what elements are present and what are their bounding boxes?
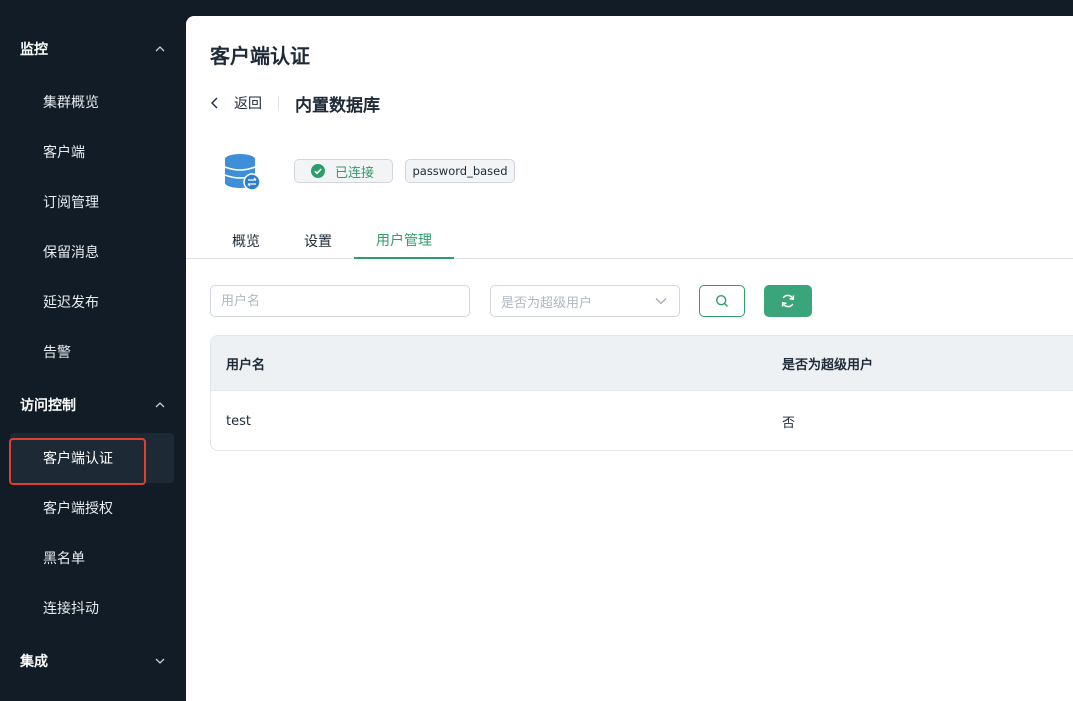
refresh-icon bbox=[781, 294, 795, 308]
chevron-down-icon bbox=[155, 658, 165, 664]
username-search-input[interactable] bbox=[210, 285, 470, 317]
select-placeholder: 是否为超级用户 bbox=[501, 295, 593, 311]
sidebar-item-flapping[interactable]: 连接抖动 bbox=[0, 588, 186, 628]
sidebar-item-alarms[interactable]: 告警 bbox=[0, 332, 186, 372]
search-icon bbox=[715, 294, 728, 307]
sidebar-item-delayed-publish[interactable]: 延迟发布 bbox=[0, 282, 186, 322]
check-circle-icon bbox=[311, 164, 325, 178]
page-title: 客户端认证 bbox=[210, 44, 310, 68]
sub-title: 内置数据库 bbox=[295, 95, 380, 116]
chevron-left-icon[interactable] bbox=[210, 97, 220, 109]
sidebar-group-label: 集成 bbox=[20, 654, 48, 670]
cell-superuser: 否 bbox=[782, 415, 796, 431]
tab-overview[interactable]: 概览 bbox=[216, 222, 276, 259]
sidebar-item-label: 黑名单 bbox=[43, 551, 85, 567]
users-table: 用户名 是否为超级用户 test 否 bbox=[210, 335, 1073, 451]
chevron-down-icon bbox=[655, 298, 667, 305]
sidebar-item-subscriptions[interactable]: 订阅管理 bbox=[0, 182, 186, 222]
column-header-superuser: 是否为超级用户 bbox=[782, 358, 874, 373]
sidebar-item-label: 延迟发布 bbox=[43, 295, 99, 311]
sidebar: 监控 集群概览 客户端 订阅管理 保留消息 延迟发布 告警 访问控制 客户端认证… bbox=[0, 0, 186, 701]
sidebar-item-authorization[interactable]: 客户端授权 bbox=[0, 488, 186, 528]
sidebar-item-label: 连接抖动 bbox=[43, 601, 99, 617]
refresh-button[interactable] bbox=[764, 285, 812, 317]
sidebar-item-blacklist[interactable]: 黑名单 bbox=[0, 538, 186, 578]
table-row[interactable]: test 否 bbox=[211, 391, 1073, 450]
sidebar-item-retained[interactable]: 保留消息 bbox=[0, 232, 186, 272]
mechanism-badge: password_based bbox=[405, 159, 515, 183]
sidebar-item-label: 客户端 bbox=[43, 145, 85, 161]
chevron-up-icon bbox=[155, 402, 165, 408]
cell-username: test bbox=[226, 413, 251, 429]
sidebar-item-label: 保留消息 bbox=[43, 245, 99, 261]
table-header: 用户名 是否为超级用户 bbox=[211, 336, 1073, 391]
back-link[interactable]: 返回 bbox=[234, 93, 262, 113]
sidebar-group-access-control[interactable]: 访问控制 bbox=[0, 385, 186, 425]
sidebar-item-label: 集群概览 bbox=[43, 95, 99, 111]
status-text: 已连接 bbox=[335, 165, 375, 181]
main-content: 客户端认证 返回 内置数据库 已连接 password_based 概览 设置 … bbox=[186, 16, 1073, 701]
sidebar-item-label: 订阅管理 bbox=[43, 195, 99, 211]
sidebar-group-label: 监控 bbox=[20, 42, 48, 58]
database-icon bbox=[224, 154, 261, 191]
superuser-select[interactable]: 是否为超级用户 bbox=[490, 285, 680, 317]
chevron-up-icon bbox=[155, 46, 165, 52]
logo-icon bbox=[14, 0, 30, 4]
search-button[interactable] bbox=[699, 285, 745, 317]
breadcrumb: 返回 内置数据库 bbox=[210, 92, 380, 116]
sidebar-group-monitor[interactable]: 监控 bbox=[0, 29, 186, 69]
tab-users[interactable]: 用户管理 bbox=[354, 222, 454, 259]
divider bbox=[278, 96, 279, 110]
status-badge: 已连接 bbox=[294, 159, 393, 183]
sidebar-group-label: 访问控制 bbox=[20, 398, 76, 414]
sidebar-item-clients[interactable]: 客户端 bbox=[0, 132, 186, 172]
sidebar-item-label: 客户端认证 bbox=[43, 451, 113, 467]
sidebar-item-label: 告警 bbox=[43, 345, 71, 361]
column-header-username: 用户名 bbox=[226, 358, 266, 373]
tab-bar: 概览 设置 用户管理 bbox=[186, 222, 1073, 259]
sidebar-item-label: 客户端授权 bbox=[43, 501, 113, 517]
tab-settings[interactable]: 设置 bbox=[288, 222, 348, 259]
sidebar-item-cluster-overview[interactable]: 集群概览 bbox=[0, 82, 186, 122]
sidebar-item-authentication[interactable]: 客户端认证 bbox=[10, 433, 174, 483]
sidebar-group-integration[interactable]: 集成 bbox=[0, 641, 186, 681]
